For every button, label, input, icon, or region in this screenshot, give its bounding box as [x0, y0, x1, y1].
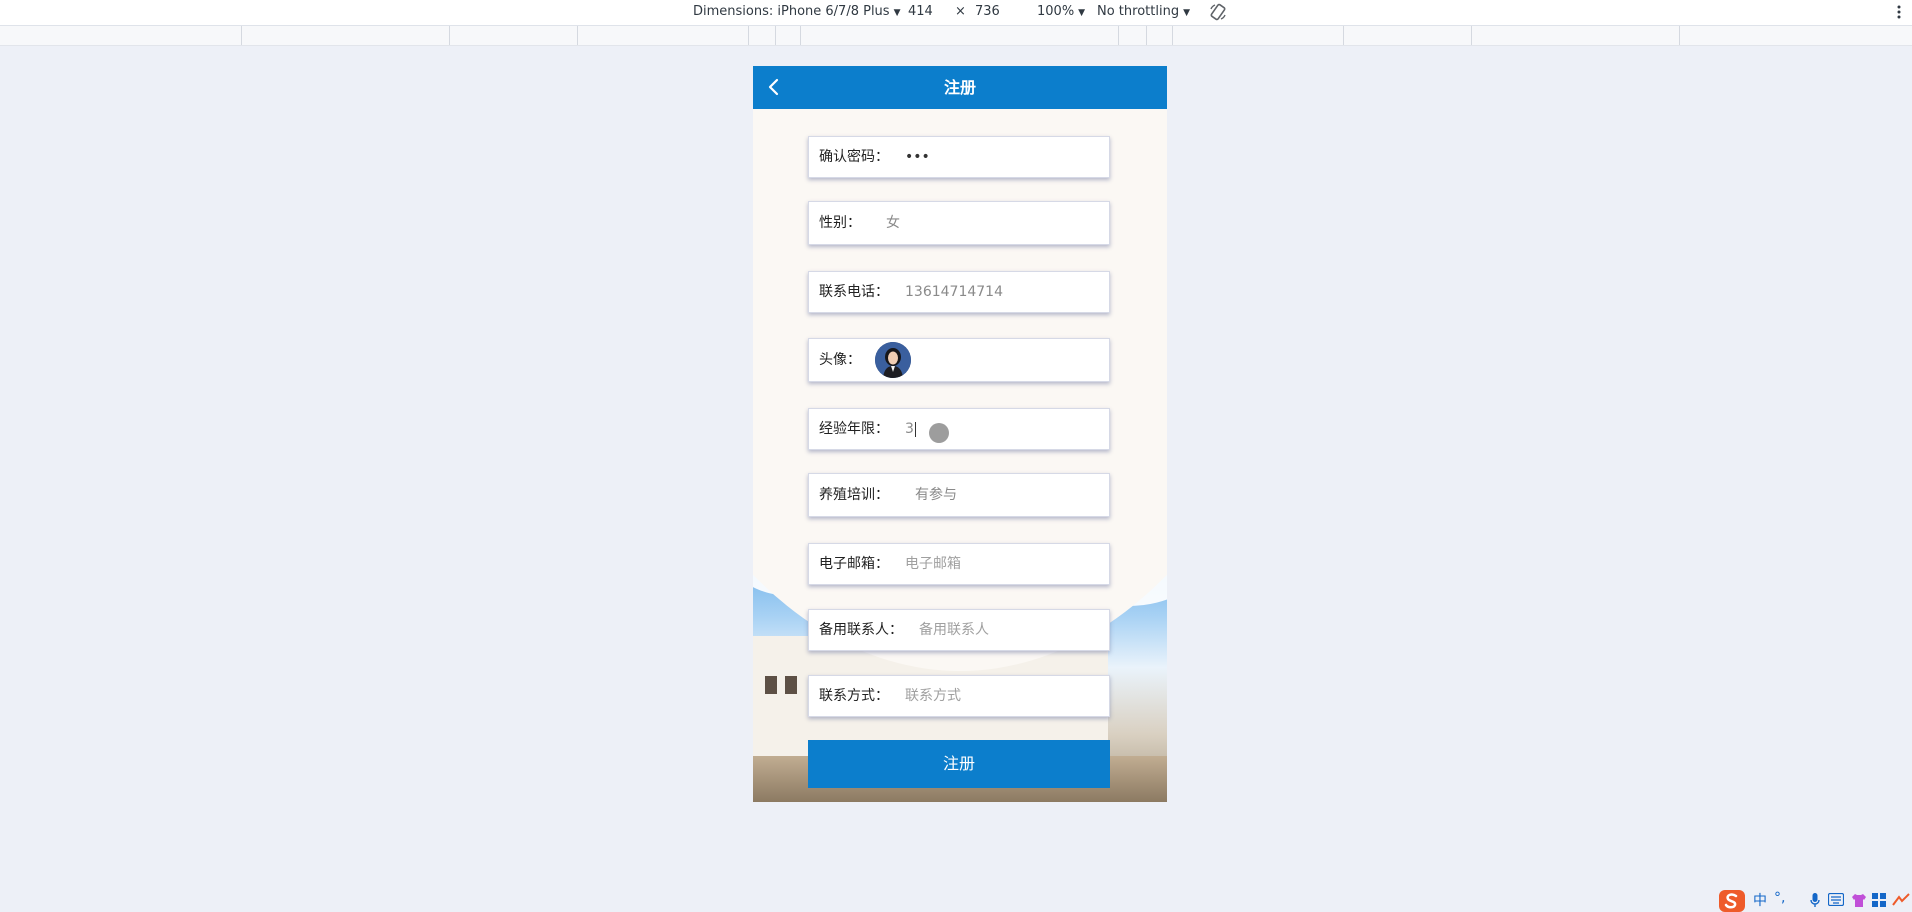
backup-contact-label: 备用联系人：: [819, 622, 903, 638]
avatar-label: 头像：: [819, 352, 861, 368]
ruler-tick: [775, 26, 776, 45]
chevron-down-icon: ▼: [893, 8, 901, 18]
confirm-password-label: 确认密码：: [819, 149, 889, 165]
breeding-training-label: 养殖培训：: [819, 487, 889, 503]
gender-value: 女: [886, 215, 900, 231]
ruler-tick: [449, 26, 450, 45]
contact-method-field[interactable]: 联系方式： 联系方式: [808, 675, 1110, 717]
window: [765, 676, 777, 694]
app-header: 注册: [753, 66, 1167, 109]
more-options-icon[interactable]: [1896, 3, 1902, 21]
microphone-icon[interactable]: [1810, 892, 1820, 908]
rotate-icon[interactable]: [1209, 3, 1227, 21]
gender-select[interactable]: 性别： 女: [808, 201, 1110, 245]
avatar-field[interactable]: 头像：: [808, 338, 1110, 382]
ruler-tick: [800, 26, 801, 45]
throttling-label: No throttling: [1097, 4, 1180, 19]
throttling-select[interactable]: No throttling ▼: [1097, 4, 1190, 19]
skin-shirt-icon[interactable]: [1851, 892, 1867, 908]
ime-language-toggle[interactable]: 中: [1753, 890, 1767, 910]
device-label: Dimensions: iPhone 6/7/8 Plus: [693, 4, 890, 19]
experience-years-value[interactable]: 3: [905, 409, 916, 449]
confirm-password-field[interactable]: 确认密码： •••: [808, 136, 1110, 178]
contact-method-placeholder: 联系方式: [905, 688, 961, 704]
zoom-select[interactable]: 100% ▼: [1037, 4, 1085, 19]
page-title: 注册: [943, 78, 976, 97]
touch-cursor-icon: [929, 423, 949, 443]
backup-contact-field[interactable]: 备用联系人： 备用联系人: [808, 609, 1110, 651]
ime-tray: 中 °,: [1718, 888, 1912, 912]
backup-contact-placeholder: 备用联系人: [919, 622, 989, 638]
toolbox-grid-icon[interactable]: [1872, 893, 1886, 907]
chevron-down-icon: ▼: [1078, 8, 1086, 18]
phone-field[interactable]: 联系电话： 13614714714: [808, 271, 1110, 313]
media-query-ruler: [0, 26, 1912, 46]
avatar-portrait: [875, 342, 911, 378]
email-label: 电子邮箱：: [819, 556, 889, 572]
ime-extra-icon[interactable]: [1892, 893, 1910, 907]
window: [785, 676, 797, 694]
gender-label: 性别：: [819, 215, 861, 231]
register-button[interactable]: 注册: [808, 740, 1110, 788]
breeding-training-value: 有参与: [915, 487, 957, 503]
phone-label: 联系电话：: [819, 284, 889, 300]
ruler-tick: [748, 26, 749, 45]
ime-punctuation-toggle[interactable]: °,: [1774, 890, 1785, 906]
ruler-tick: [1343, 26, 1344, 45]
zoom-label: 100%: [1037, 4, 1075, 19]
height-input[interactable]: 736: [975, 4, 1000, 19]
experience-years-field[interactable]: 经验年限： 3: [808, 408, 1110, 450]
chevron-down-icon: ▼: [1183, 8, 1190, 18]
phone-viewport: 确认密码： ••• 性别： 女 联系电话： 13614714714 头像： 经验…: [753, 66, 1167, 802]
ruler-tick: [1118, 26, 1119, 45]
email-placeholder: 电子邮箱: [905, 556, 961, 572]
phone-value: 13614714714: [905, 284, 1003, 300]
email-field[interactable]: 电子邮箱： 电子邮箱: [808, 543, 1110, 585]
ruler-tick: [241, 26, 242, 45]
breeding-training-select[interactable]: 养殖培训： 有参与: [808, 473, 1110, 517]
keyboard-icon[interactable]: [1828, 893, 1844, 906]
text-caret: [914, 421, 916, 437]
ruler-tick: [577, 26, 578, 45]
contact-method-label: 联系方式：: [819, 688, 889, 704]
width-input[interactable]: 414: [908, 4, 933, 19]
ruler-tick: [1172, 26, 1173, 45]
experience-years-label: 经验年限：: [819, 421, 889, 437]
avatar-image[interactable]: [875, 342, 911, 378]
ruler-tick: [1471, 26, 1472, 45]
devtools-toolbar: Dimensions: iPhone 6/7/8 Plus ▼ 414 × 736…: [0, 0, 1912, 26]
dimension-separator: ×: [955, 4, 966, 19]
confirm-password-value: •••: [905, 149, 930, 165]
experience-years-text: 3: [905, 421, 914, 437]
sogou-logo-icon[interactable]: [1718, 888, 1746, 912]
ruler-tick: [1679, 26, 1680, 45]
ruler-tick: [1146, 26, 1147, 45]
device-select[interactable]: Dimensions: iPhone 6/7/8 Plus ▼: [693, 4, 901, 19]
